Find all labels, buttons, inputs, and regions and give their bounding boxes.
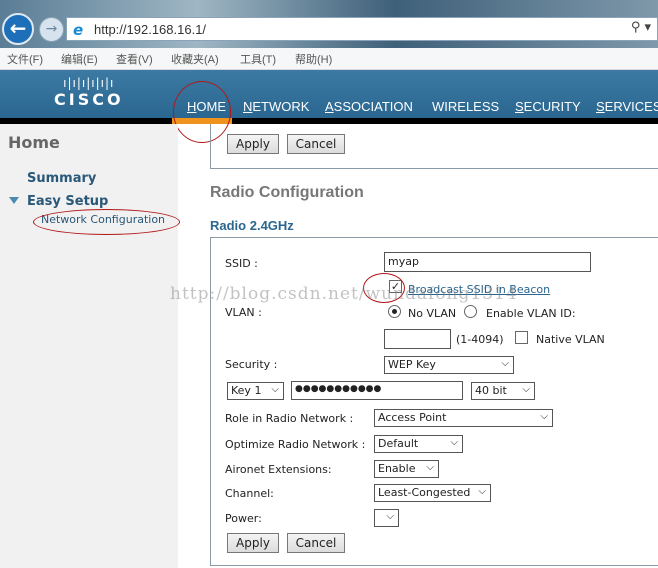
role-select[interactable]: Access Point ⌵ [374,409,553,427]
security-select[interactable]: WEP Key ⌵ [384,356,514,374]
app-header: ı|ı|ı|ı|ı|ı CISCO HOME NETWORK ASSOCIATI… [0,70,658,118]
menu-favorites[interactable]: 收藏夹(A) [171,51,219,67]
optimize-label: Optimize Radio Network : [225,438,366,451]
menu-file[interactable]: 文件(F) [7,51,43,67]
vlan-range: (1-4094) [456,333,504,346]
sidebar-item-easy-setup[interactable]: Easy Setup [27,194,108,209]
apply-button-top[interactable]: Apply [227,134,279,154]
chevron-down-icon: ⌵ [522,384,530,395]
sidebar-title: Home [8,133,60,152]
power-label: Power: [225,512,262,525]
browser-toolbar: ← → e http://192.168.16.1/ ⚲ ▾ [0,0,658,48]
address-bar[interactable]: e http://192.168.16.1/ ⚲ ▾ [66,17,658,41]
ssid-label: SSID : [225,257,258,270]
radio-form: SSID : myap ✓ Broadcast SSID in Beacon V… [210,237,658,566]
channel-label: Channel: [225,487,274,500]
apply-button[interactable]: Apply [227,533,279,553]
vlan-label: VLAN : [225,306,262,319]
nav-association[interactable]: ASSOCIATION [325,99,413,114]
menu-edit[interactable]: 编辑(E) [61,51,98,67]
nav-wireless[interactable]: WIRELESS [432,99,499,114]
enable-vlan-radio[interactable] [464,305,477,318]
broadcast-ssid-link[interactable]: Broadcast SSID in Beacon [408,283,550,296]
wep-key-input[interactable]: ●●●●●●●●●●● [291,381,463,400]
annotation-ellipse [33,209,180,235]
vlan-id-input[interactable] [384,329,451,349]
ie-icon: e [73,21,84,39]
chevron-down-icon: ⌵ [450,437,458,448]
logo-bars: ı|ı|ı|ı|ı|ı [63,76,115,90]
forward-button[interactable]: → [39,17,64,42]
channel-select[interactable]: Least-Congested ⌵ [374,484,491,502]
nav-security[interactable]: SECURITY [515,99,581,114]
nav-services[interactable]: SERVICES [596,99,658,114]
ssid-input[interactable]: myap [384,252,591,272]
no-vlan-radio[interactable] [388,305,401,318]
key-size-select[interactable]: 40 bit ⌵ [471,382,535,400]
chevron-down-icon: ⌵ [478,486,486,497]
nav-network[interactable]: NETWORK [243,99,309,114]
cancel-button-top[interactable]: Cancel [287,134,345,154]
chevron-down-icon: ⌵ [426,462,434,473]
aironet-label: Aironet Extensions: [225,463,332,476]
section-title: Radio 2.4GHz [210,218,294,233]
annotation-circle [363,273,405,303]
top-action-box: Apply Cancel [210,124,658,169]
logo-text: CISCO [54,90,124,109]
chevron-down-icon: ⌵ [271,384,279,395]
page-title: Radio Configuration [210,184,364,201]
chevron-down-icon: ⌵ [540,411,548,422]
security-label: Security : [225,358,278,371]
menu-help[interactable]: 帮助(H) [295,51,332,67]
chevron-down-icon: ⌵ [386,511,394,522]
aironet-select[interactable]: Enable ⌵ [374,460,439,478]
role-label: Role in Radio Network : [225,412,354,425]
sidebar: Home Summary Easy Setup Network Configur… [0,124,180,568]
cisco-logo: ı|ı|ı|ı|ı|ı CISCO [54,76,124,109]
power-select[interactable]: ⌵ [374,509,399,527]
url-text: http://192.168.16.1/ [94,22,207,37]
key-index-select[interactable]: Key 1 ⌵ [227,382,284,400]
sidebar-item-summary[interactable]: Summary [27,171,96,186]
search-icon[interactable]: ⚲ ▾ [631,20,651,35]
no-vlan-label: No VLAN [408,307,457,320]
cancel-button[interactable]: Cancel [287,533,345,553]
native-vlan-label: Native VLAN [536,333,605,346]
menu-bar: 文件(F) 编辑(E) 查看(V) 收藏夹(A) 工具(T) 帮助(H) [0,48,658,70]
chevron-down-icon: ⌵ [501,358,509,369]
expand-triangle-icon[interactable] [9,197,19,204]
enable-vlan-label: Enable VLAN ID: [486,307,576,320]
back-button[interactable]: ← [2,13,34,45]
optimize-select[interactable]: Default ⌵ [374,435,463,453]
menu-tools[interactable]: 工具(T) [240,51,276,67]
native-vlan-checkbox[interactable] [515,331,528,344]
menu-view[interactable]: 查看(V) [116,51,153,67]
